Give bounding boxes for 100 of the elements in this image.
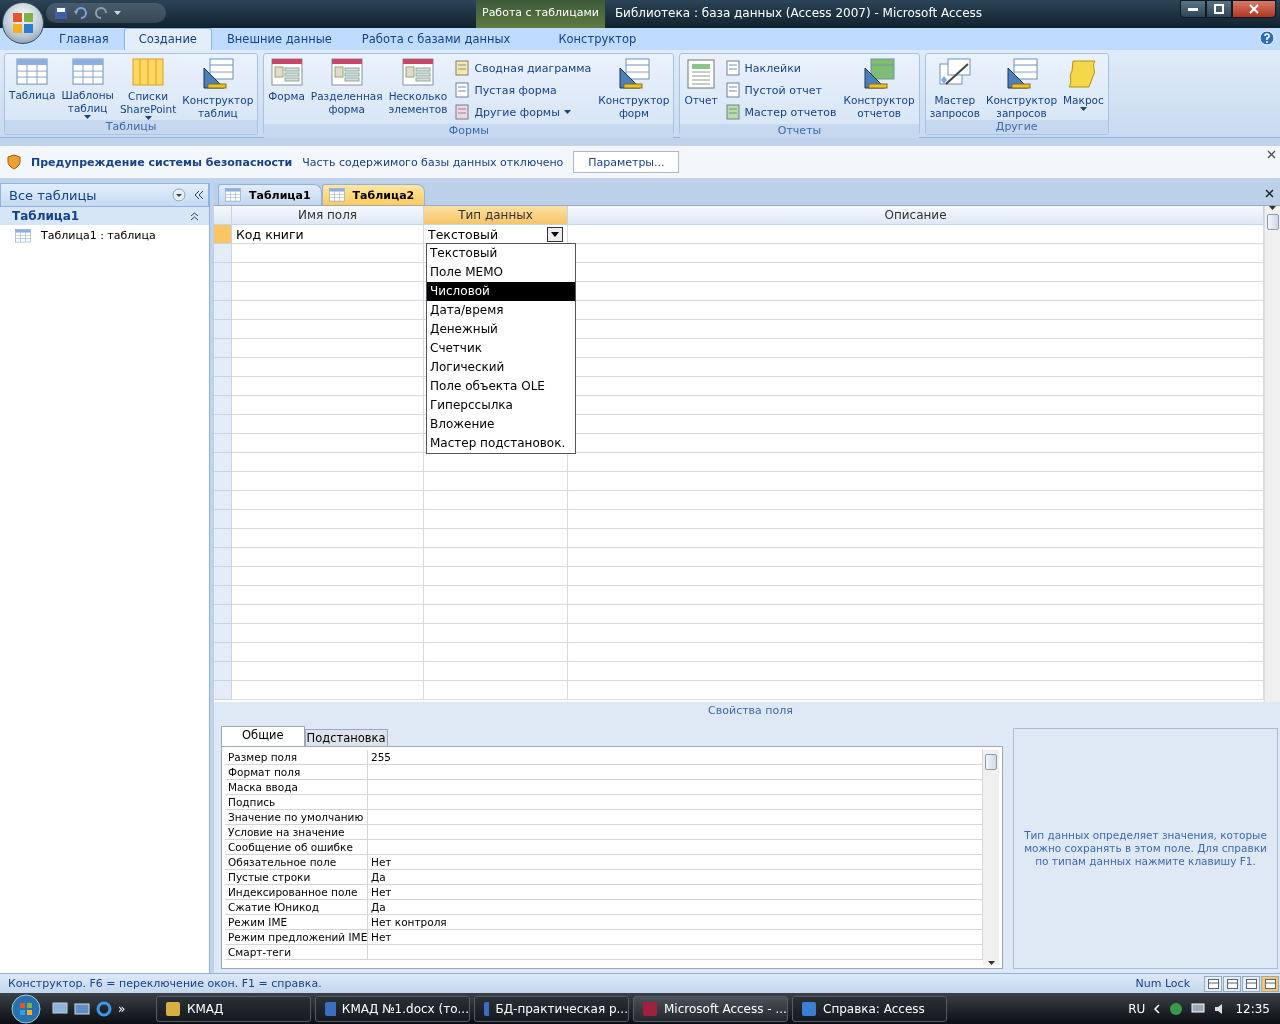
properties-tab[interactable]: Подстановка bbox=[304, 729, 388, 746]
office-button[interactable] bbox=[2, 2, 44, 44]
table-cell[interactable]: Код книги bbox=[232, 225, 424, 244]
more-button[interactable]: » bbox=[118, 1001, 126, 1016]
property-value[interactable] bbox=[368, 945, 983, 960]
scroll-thumb[interactable] bbox=[985, 754, 997, 770]
table-cell[interactable] bbox=[232, 434, 424, 453]
network-icon[interactable] bbox=[1169, 1001, 1184, 1016]
row-selector[interactable] bbox=[214, 301, 232, 320]
minimize-button[interactable] bbox=[1180, 0, 1206, 18]
row-selector[interactable] bbox=[214, 415, 232, 434]
row-selector[interactable] bbox=[214, 244, 232, 263]
property-value[interactable]: Нет bbox=[368, 930, 983, 945]
ribbon-button[interactable]: Пустая форма bbox=[454, 80, 592, 100]
row-selector[interactable] bbox=[214, 263, 232, 282]
table-cell[interactable] bbox=[232, 491, 424, 510]
row-selector[interactable] bbox=[214, 662, 232, 681]
table-cell[interactable] bbox=[232, 681, 424, 700]
table-cell[interactable] bbox=[424, 472, 568, 491]
table-cell[interactable] bbox=[424, 605, 568, 624]
ribbon-tab[interactable]: Главная bbox=[44, 28, 124, 50]
table-cell[interactable] bbox=[424, 567, 568, 586]
property-value[interactable]: Да bbox=[368, 900, 983, 915]
table-cell[interactable] bbox=[232, 244, 424, 263]
ribbon-button[interactable]: Конструктор таблиц bbox=[179, 56, 257, 120]
taskbar-button[interactable]: КМАД bbox=[156, 995, 311, 1022]
row-selector[interactable] bbox=[214, 396, 232, 415]
ribbon-button[interactable]: Таблица bbox=[6, 56, 59, 103]
row-selector[interactable] bbox=[214, 434, 232, 453]
datasheet-view-button[interactable] bbox=[1204, 975, 1222, 992]
ribbon-button[interactable]: Несколько элементов bbox=[385, 56, 451, 116]
table-cell[interactable] bbox=[568, 624, 1264, 643]
row-selector[interactable] bbox=[214, 624, 232, 643]
table-cell[interactable] bbox=[424, 681, 568, 700]
table-cell[interactable] bbox=[424, 586, 568, 605]
document-tab[interactable]: Таблица1 bbox=[218, 184, 322, 205]
collapse-icon[interactable] bbox=[194, 190, 204, 200]
help-icon[interactable] bbox=[1259, 30, 1275, 46]
property-value[interactable] bbox=[368, 825, 983, 840]
ribbon-button[interactable]: Разделенная форма bbox=[307, 56, 386, 116]
table-cell[interactable] bbox=[232, 358, 424, 377]
table-cell[interactable] bbox=[424, 624, 568, 643]
row-selector[interactable] bbox=[214, 282, 232, 301]
save-icon[interactable] bbox=[54, 6, 68, 20]
scroll-thumb[interactable] bbox=[1266, 214, 1279, 230]
table-cell[interactable] bbox=[424, 529, 568, 548]
table-cell[interactable] bbox=[568, 643, 1264, 662]
ribbon-button[interactable]: Списки SharePoint bbox=[116, 56, 180, 120]
ribbon-tab[interactable]: Работа с базами данных bbox=[346, 28, 526, 50]
ribbon-tab[interactable]: Внешние данные bbox=[211, 28, 347, 50]
property-value[interactable] bbox=[368, 765, 983, 780]
language-indicator[interactable]: RU bbox=[1128, 1001, 1146, 1016]
table-cell[interactable] bbox=[232, 567, 424, 586]
ribbon-button[interactable]: Шаблоны таблиц bbox=[58, 56, 117, 120]
table-cell[interactable] bbox=[232, 282, 424, 301]
row-selector[interactable] bbox=[214, 605, 232, 624]
monitor-icon[interactable] bbox=[1191, 1001, 1206, 1016]
table-cell[interactable] bbox=[568, 567, 1264, 586]
table-cell[interactable] bbox=[568, 605, 1264, 624]
table-cell[interactable] bbox=[424, 510, 568, 529]
taskbar-button[interactable]: БД-практическая р... bbox=[474, 995, 629, 1022]
row-selector[interactable] bbox=[214, 567, 232, 586]
row-selector[interactable] bbox=[214, 358, 232, 377]
row-selector[interactable] bbox=[214, 510, 232, 529]
select-all-corner[interactable] bbox=[214, 206, 232, 225]
property-value[interactable]: Да bbox=[368, 870, 983, 885]
dropdown-option[interactable]: Числовой bbox=[427, 282, 575, 301]
table-cell[interactable] bbox=[568, 491, 1264, 510]
table-cell[interactable] bbox=[232, 586, 424, 605]
table-cell[interactable] bbox=[232, 396, 424, 415]
property-value[interactable] bbox=[368, 795, 983, 810]
nav-item[interactable]: Таблица1 : таблица bbox=[0, 225, 209, 243]
ribbon-button[interactable]: Конструктор форм bbox=[595, 56, 673, 120]
taskbar-button[interactable]: Справка: Access bbox=[792, 995, 947, 1022]
table-cell[interactable] bbox=[232, 339, 424, 358]
ribbon-button[interactable]: Отчет bbox=[681, 56, 721, 107]
ribbon-button[interactable]: Конструктор отчетов bbox=[840, 56, 918, 120]
dropdown-icon[interactable] bbox=[172, 188, 186, 202]
property-value[interactable]: Нет bbox=[368, 885, 983, 900]
table-cell[interactable] bbox=[232, 415, 424, 434]
table-cell[interactable] bbox=[232, 320, 424, 339]
document-tab[interactable]: Таблица2 bbox=[321, 184, 426, 205]
ribbon-button[interactable]: Мастер запросов bbox=[926, 56, 983, 120]
table-cell[interactable] bbox=[568, 453, 1264, 472]
table-cell[interactable] bbox=[424, 548, 568, 567]
taskbar-button[interactable]: КМАД №1.docx (то... bbox=[315, 995, 470, 1022]
row-selector[interactable] bbox=[214, 320, 232, 339]
table-cell[interactable] bbox=[232, 263, 424, 282]
pivot-chart-button[interactable] bbox=[1242, 975, 1260, 992]
table-cell[interactable] bbox=[232, 548, 424, 567]
row-selector[interactable] bbox=[214, 586, 232, 605]
table-cell[interactable] bbox=[232, 453, 424, 472]
ribbon-button[interactable]: Сводная диаграмма bbox=[454, 58, 592, 78]
property-value[interactable] bbox=[368, 840, 983, 855]
ribbon-button[interactable]: Форма bbox=[265, 56, 308, 103]
table-cell[interactable] bbox=[424, 662, 568, 681]
close-icon[interactable] bbox=[1265, 189, 1274, 198]
table-cell[interactable] bbox=[568, 472, 1264, 491]
ribbon-button[interactable]: Пустой отчет bbox=[724, 80, 837, 100]
options-button[interactable]: Параметры... bbox=[573, 151, 680, 173]
